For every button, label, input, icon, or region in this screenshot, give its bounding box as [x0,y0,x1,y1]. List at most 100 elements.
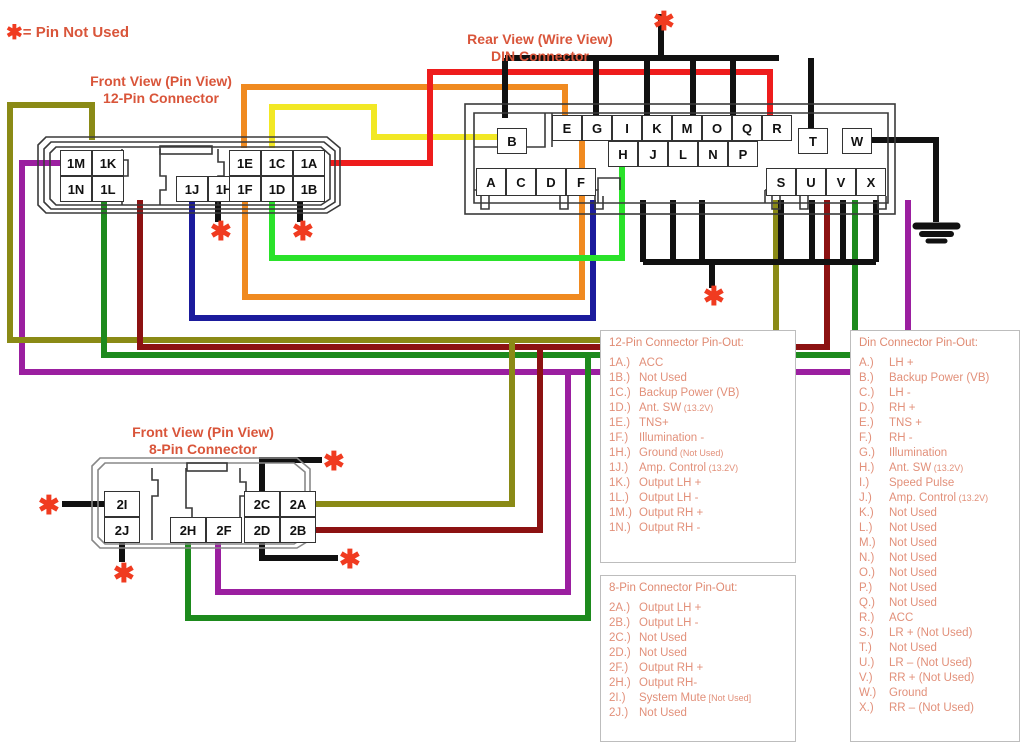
twelve-pin-pinout-title: 12-Pin Connector Pin-Out: [609,337,744,349]
pinout-row-key: 2I.) [609,692,626,704]
pin-din-L[interactable]: L [668,141,698,167]
pin-din-U[interactable]: U [796,168,826,196]
pinout-row: U.) LR – (Not Used) [851,657,1019,672]
wire-2H-to-green-bus [185,355,591,621]
pinout-row: 2D.) Not Used [601,647,795,662]
pinout-row-key: 2B.) [609,617,631,629]
pin-din-E[interactable]: E [552,115,582,141]
pinout-row-value: Ground [639,447,678,459]
pinout-row-note: (13.2V) [706,463,739,473]
pinout-row: C.) LH - [851,387,1019,402]
pinout-row: 1M.) Output RH + [601,507,795,522]
pin-din-K[interactable]: K [642,115,672,141]
pinout-row: N.) Not Used [851,552,1019,567]
pinout-row-value: Ant. SW [639,402,682,414]
pin-1C[interactable]: 1C [261,150,293,176]
pinout-row-key: J.) [859,492,872,504]
pinout-row-value: Output RH- [639,677,698,689]
pin-din-W[interactable]: W [842,128,872,154]
pin-1L[interactable]: 1L [92,176,124,202]
pinout-row-key: 1E.) [609,417,631,429]
pin-2J[interactable]: 2J [104,517,140,543]
pin-2H[interactable]: 2H [170,517,206,543]
pin-1K[interactable]: 1K [92,150,124,176]
pinout-row-key: L.) [859,522,873,534]
pinout-row: X.) RR – (Not Used) [851,702,1019,717]
star-2C-not-used: ✱ [323,446,345,476]
pinout-row: 2C.) Not Used [601,632,795,647]
pin-din-C[interactable]: C [506,168,536,196]
pin-2C[interactable]: 2C [244,491,280,517]
pin-1B[interactable]: 1B [293,176,325,202]
pinout-row-value: Speed Pulse [889,477,955,489]
pin-1A[interactable]: 1A [293,150,325,176]
pin-din-R[interactable]: R [762,115,792,141]
pinout-row-key: O.) [859,567,875,579]
pin-din-G[interactable]: G [582,115,612,141]
pinout-row-key: 1J.) [609,462,629,474]
pin-din-V[interactable]: V [826,168,856,196]
pin-din-F[interactable]: F [566,168,596,196]
pinout-row-value: Illumination [889,447,948,459]
pin-din-A[interactable]: A [476,168,506,196]
pinout-row-value: ACC [639,357,664,369]
pin-1M[interactable]: 1M [60,150,92,176]
pinout-row-value: Output LH + [639,602,702,614]
pin-din-J[interactable]: J [638,141,668,167]
din-title-line1: Rear View (Wire View) [467,31,613,47]
pin-din-H[interactable]: H [608,141,638,167]
pin-1N[interactable]: 1N [60,176,92,202]
wiring-diagram-canvas: 1M 1K 1N 1L 1J 1H 1E 1C 1A 1F 1D 1B E G … [0,0,1024,749]
eight-pin-pinout-rows: 2A.) Output LH + 2B.) Output LH - 2C.) Not Us… [601,602,795,722]
pinout-row-value: Output LH - [639,617,699,629]
pinout-row-value: Not Used [639,632,687,644]
pin-din-M[interactable]: M [672,115,702,141]
pinout-row-value: RH + [889,402,916,414]
pin-din-D[interactable]: D [536,168,566,196]
pin-din-Q[interactable]: Q [732,115,762,141]
pinout-row-key: F.) [859,432,872,444]
pinout-row-key: 1F.) [609,432,629,444]
pinout-row-key: 1L.) [609,492,629,504]
pin-1F[interactable]: 1F [229,176,261,202]
pinout-row-value: Output RH + [639,662,704,674]
pin-din-B[interactable]: B [497,128,527,154]
pin-din-S[interactable]: S [766,168,796,196]
eight-pin-pinout-title: 8-Pin Connector Pin-Out: [609,582,738,594]
pin-din-O[interactable]: O [702,115,732,141]
pin-1J[interactable]: 1J [176,176,208,202]
pinout-row-key: 2F.) [609,662,629,674]
pinout-row-value: Not Used [639,372,687,384]
pinout-row-value: Not Used [889,507,937,519]
pinout-row: K.) Not Used [851,507,1019,522]
pinout-row-key: 2C.) [609,632,631,644]
pinout-row: H.) Ant. SW (13.2V) [851,462,1019,477]
star-1H-not-used: ✱ [210,216,232,246]
pinout-row-key: 2J.) [609,707,629,719]
pin-2I[interactable]: 2I [104,491,140,517]
pinout-row: 1H.) Ground (Not Used) [601,447,795,462]
pin-din-I[interactable]: I [612,115,642,141]
pinout-row-key: 1N.) [609,522,631,534]
pinout-row-value: System Mute [639,692,707,704]
pinout-row-key: I.) [859,477,870,489]
pinout-row-value: Output LH + [639,477,702,489]
pinout-row: 2B.) Output LH - [601,617,795,632]
pin-din-N[interactable]: N [698,141,728,167]
pinout-row: F.) RH - [851,432,1019,447]
pin-2D[interactable]: 2D [244,517,280,543]
pin-2F[interactable]: 2F [206,517,242,543]
pin-2B[interactable]: 2B [280,517,316,543]
pinout-row-key: X.) [859,702,874,714]
twelve-pin-pinout-box: 12-Pin Connector Pin-Out: 1A.) ACC 1B.) Not… [600,330,796,563]
twelve-pin-title-line2: 12-Pin Connector [103,90,219,106]
pin-2A[interactable]: 2A [280,491,316,517]
pinout-row-note: (Not Used) [677,448,724,458]
pin-1D[interactable]: 1D [261,176,293,202]
pin-1E[interactable]: 1E [229,150,261,176]
pin-din-P[interactable]: P [728,141,758,167]
pinout-row-key: 1M.) [609,507,632,519]
pin-din-T[interactable]: T [798,128,828,154]
pin-din-X[interactable]: X [856,168,886,196]
pinout-row: 1E.) TNS+ [601,417,795,432]
